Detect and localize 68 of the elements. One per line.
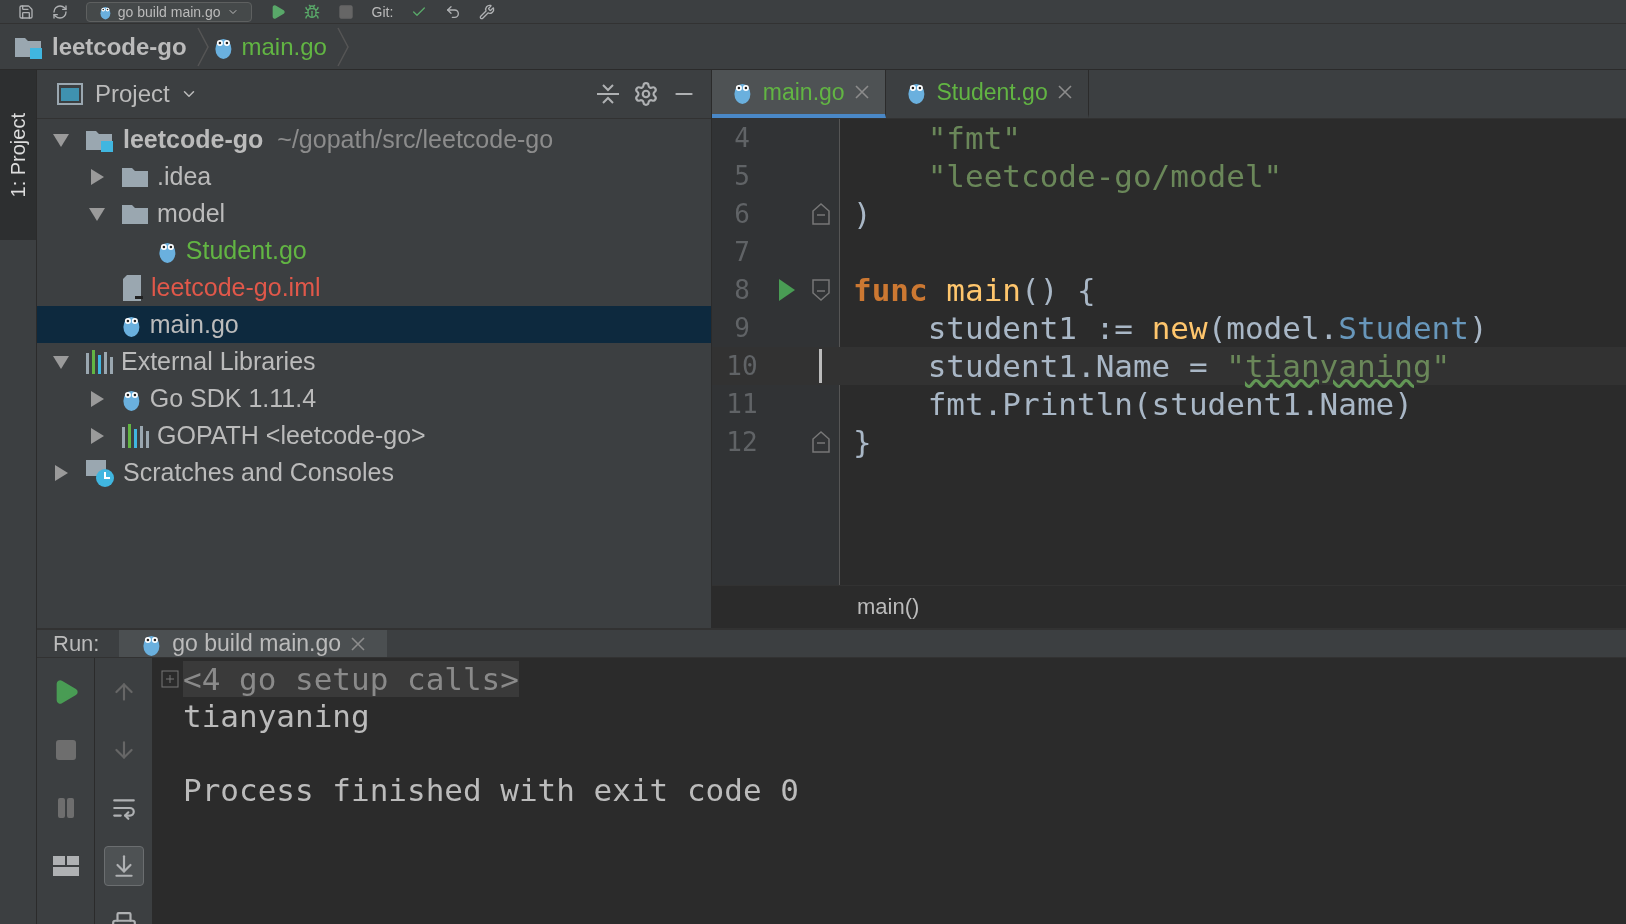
close-icon[interactable]	[351, 636, 366, 651]
file-icon	[121, 273, 143, 302]
code-text: func main() {	[853, 272, 1096, 308]
run-gutter-icon[interactable]	[778, 278, 796, 302]
tree-item-label: .idea	[157, 162, 212, 191]
breadcrumb[interactable]: leetcode-go	[14, 32, 193, 61]
code-text: }	[853, 424, 872, 460]
code-text: student1.Name = "tianyaning"	[926, 348, 1451, 384]
run-configuration-dropdown[interactable]: go build main.go	[86, 1, 252, 22]
console-output: tianyaning	[183, 697, 370, 734]
project-view-dropdown[interactable]: Project	[95, 80, 198, 108]
editor-tab[interactable]: main.go	[712, 70, 886, 118]
code-text: )	[853, 196, 872, 232]
scroll-to-end-icon[interactable]	[103, 846, 144, 886]
wrench-icon[interactable]	[479, 3, 496, 20]
undo-icon[interactable]	[445, 3, 462, 20]
code-breadcrumb[interactable]: main()	[857, 594, 920, 620]
folded-output[interactable]: <4 go setup calls>	[183, 660, 519, 697]
settings-icon[interactable]	[633, 81, 659, 107]
code-text: fmt.Println(student1.Name)	[926, 386, 1413, 422]
fold-marker-icon[interactable]	[811, 203, 830, 225]
tree-item-label: Scratches and Consoles	[123, 458, 394, 487]
run-tab[interactable]: go build main.go	[119, 630, 388, 657]
tree-item-label: External Libraries	[121, 347, 316, 376]
code-text: "fmt"	[926, 120, 1021, 156]
scratches-icon	[85, 457, 115, 488]
folder-icon	[121, 202, 149, 225]
breadcrumb-separator-icon	[196, 26, 209, 67]
refresh-icon[interactable]	[52, 3, 68, 20]
breadcrumb-separator-icon	[336, 26, 349, 67]
code-text: "leetcode-go/model"	[926, 158, 1283, 194]
tree-item-label: main.go	[149, 310, 239, 339]
tree-item-label: Student.go	[185, 236, 307, 265]
editor-tab[interactable]: Student.go	[885, 70, 1089, 118]
tree-item[interactable]: Student.go	[37, 232, 711, 269]
close-icon[interactable]	[1057, 85, 1072, 99]
expand-icon[interactable]	[161, 669, 179, 688]
tree-item[interactable]: External Libraries	[37, 343, 711, 380]
tree-item[interactable]: .idea	[37, 158, 711, 195]
tree-item-label: leetcode-go	[123, 125, 264, 154]
run-label: Run:	[52, 630, 101, 657]
project-window-icon	[57, 83, 83, 105]
save-icon[interactable]	[18, 3, 34, 20]
fold-marker-icon[interactable]	[811, 279, 830, 301]
tree-item[interactable]: leetcode-go.iml	[37, 269, 711, 306]
vcs-label: Git:	[371, 3, 394, 20]
code-text: student1 := new(model.Student)	[926, 310, 1488, 346]
breadcrumb[interactable]: main.go	[212, 32, 333, 61]
debug-icon[interactable]	[303, 3, 320, 20]
tree-item[interactable]: GOPATH <leetcode-go>	[37, 417, 711, 454]
tree-item-label: model	[157, 199, 226, 228]
text-caret	[819, 349, 822, 383]
tree-item[interactable]: Go SDK 1.11.4	[37, 380, 711, 417]
fold-marker-icon[interactable]	[811, 431, 830, 453]
folder-icon	[121, 165, 149, 188]
tree-item[interactable]: main.go	[37, 306, 711, 343]
tree-item[interactable]: model	[37, 195, 711, 232]
library-icon	[85, 348, 113, 375]
tree-item-label: GOPATH <leetcode-go>	[157, 421, 426, 450]
tree-item[interactable]: leetcode-go ~/gopath/src/leetcode-go	[37, 121, 711, 158]
close-icon[interactable]	[854, 85, 869, 99]
tree-item[interactable]: Scratches and Consoles	[37, 454, 711, 491]
path-hint: ~/gopath/src/leetcode-go	[277, 125, 554, 154]
project-tool-tab[interactable]: 1: Project	[0, 70, 36, 240]
tree-item-label: leetcode-go.iml	[151, 273, 321, 302]
console-output: Process finished with exit code 0	[183, 771, 799, 808]
library-icon	[121, 422, 149, 449]
tree-item-label: Go SDK 1.11.4	[149, 384, 317, 413]
